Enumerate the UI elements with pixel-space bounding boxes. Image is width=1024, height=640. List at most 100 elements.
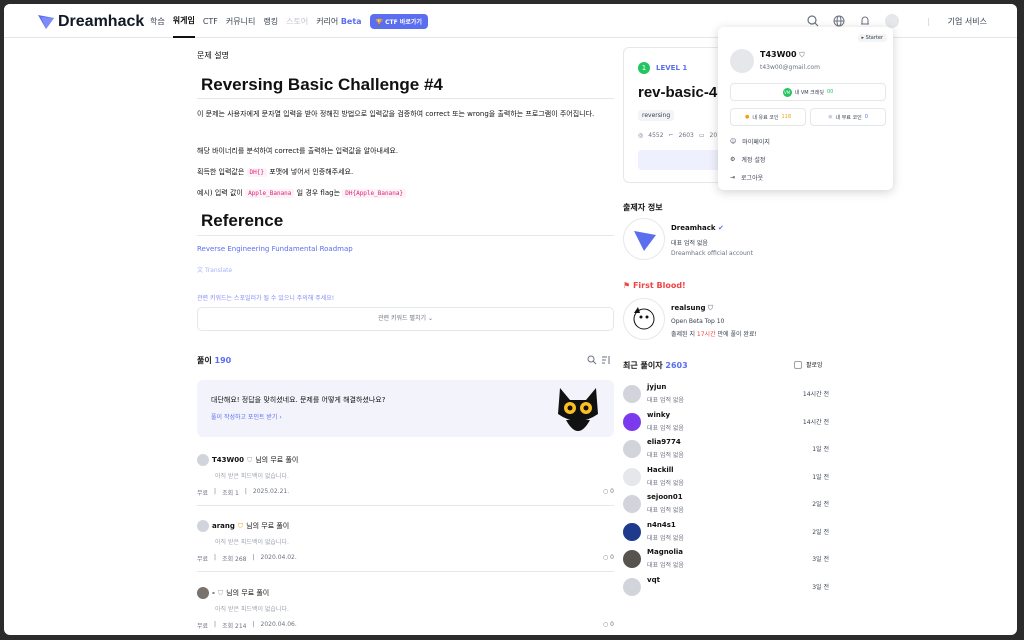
beta-badge: Beta	[340, 16, 362, 26]
paid-coin[interactable]: ● 내 유료 코인 118	[730, 108, 806, 126]
dog-avatar-icon	[633, 307, 655, 330]
avatar	[623, 577, 641, 596]
solver-row[interactable]: sejoon01 대표 업적 없음 2일 전	[623, 493, 829, 517]
translate-link[interactable]: 文 Translate	[197, 265, 232, 274]
menu-mypage[interactable]: ☺ 마이페이지	[730, 137, 770, 146]
nav-ctf[interactable]: CTF	[203, 17, 218, 26]
comment-count[interactable]: ○ 0	[603, 621, 614, 630]
user-avatar[interactable]	[884, 14, 899, 28]
translate-icon: 文	[197, 267, 204, 274]
avatar	[197, 520, 209, 532]
solver-name[interactable]: winky	[647, 411, 670, 419]
solver-row[interactable]: vqt 3일 전	[623, 576, 829, 600]
divider	[197, 505, 614, 506]
dreamhack-logo-icon	[634, 231, 656, 251]
comment-count[interactable]: ○ 0	[603, 488, 614, 497]
bell-icon[interactable]	[859, 15, 871, 27]
nav-learn[interactable]: 학습	[150, 16, 165, 27]
tag-reversing[interactable]: reversing	[638, 110, 675, 121]
nav-ranking[interactable]: 랭킹	[263, 16, 278, 27]
menu-settings[interactable]: ⚙ 계정 설정	[730, 155, 765, 164]
example-mid: 일 경우 flag는	[296, 189, 341, 197]
writeup-suffix: 님의 무료 풀이	[226, 589, 270, 597]
avatar	[623, 440, 641, 458]
writeup-author[interactable]: T43W00	[212, 456, 244, 464]
banner-title: 대단해요! 정답을 맞히셨네요. 문제를 어떻게 해결하셨나요?	[211, 396, 386, 404]
solver-rep: 대표 업적 없음	[647, 452, 684, 459]
comment-count-value: 0	[610, 554, 614, 561]
menu-username-text: T43W00	[760, 50, 797, 59]
solver-name[interactable]: elia9774	[647, 438, 681, 446]
reference-link[interactable]: Reverse Engineering Fundamental Roadmap	[197, 245, 353, 253]
dreamhack-logo-icon	[38, 15, 54, 29]
nav-community[interactable]: 커뮤니티	[226, 16, 255, 27]
solver-name[interactable]: sejoon01	[647, 493, 683, 501]
keyword-expand-label: 관련 키워드 펼치기	[378, 315, 427, 322]
solver-name[interactable]: Magnolia	[647, 548, 683, 556]
logout-icon: ⇥	[730, 174, 736, 181]
search-icon[interactable]	[807, 15, 819, 27]
description-2: 해당 바이너리를 분석하여 correct를 출력하는 입력값을 알아내세요.	[197, 147, 399, 155]
starter-label: Starter	[865, 35, 883, 41]
trophy-icon: 🏆	[375, 18, 384, 26]
writeup-item[interactable]: T43W00 ⛉ 님의 무료 풀이 아직 받은 피드백이 없습니다. 무료 | 조회 1…	[197, 454, 614, 506]
keyword-expand-button[interactable]: 관련 키워드 펼치기 ⌄	[197, 307, 614, 331]
solver-name[interactable]: n4n4s1	[647, 521, 676, 529]
flag-icon: ⚑	[623, 281, 631, 290]
writeups-stat: 2603	[678, 132, 694, 139]
menu-logout[interactable]: ⇥ 로그아웃	[730, 173, 763, 182]
checkbox[interactable]	[794, 360, 802, 369]
writeup-author[interactable]: -	[212, 589, 215, 597]
nav-career-label: 커리어	[316, 16, 339, 26]
solver-name[interactable]: Hackill	[647, 466, 674, 474]
solver-row[interactable]: winky 대표 업적 없음 14시간 전	[623, 411, 829, 435]
first-blood-avatar[interactable]	[623, 298, 665, 340]
description-1: 이 문제는 사용자에게 문자열 입력을 받아 정해진 방법으로 입력값을 검증하…	[197, 110, 595, 118]
following-checkbox[interactable]: 팔로잉	[794, 360, 823, 369]
author-avatar[interactable]	[623, 218, 665, 260]
problem-title: Reversing Basic Challenge #4	[201, 75, 443, 94]
level-icon: 1	[638, 62, 650, 74]
logo-text: Dreamhack	[58, 13, 145, 30]
nav-career[interactable]: 커리어 Beta	[316, 16, 361, 27]
solver-row[interactable]: Hackill 대표 업적 없음 1일 전	[623, 466, 829, 490]
writeup-item[interactable]: arang ⛉ 님의 무료 풀이 아직 받은 피드백이 없습니다. 무료 | 조회 26…	[197, 520, 614, 572]
solver-name[interactable]: jyjun	[647, 383, 666, 391]
ctf-shortcut-button[interactable]: 🏆 CTF 바로가기	[369, 13, 428, 29]
writeup-views: 조회 268	[222, 556, 247, 563]
author-name-text: Dreamhack	[671, 224, 716, 232]
writeup-price: 무료	[197, 556, 209, 563]
write-writeup-link[interactable]: 풀이 작성하고 포인트 받기 ›	[211, 412, 282, 421]
globe-icon[interactable]	[833, 15, 845, 27]
paid-coin-label: 내 유료 코인	[752, 114, 779, 121]
avatar	[623, 550, 641, 568]
solver-time: 1일 전	[812, 446, 829, 453]
free-coin-label: 내 무료 코인	[835, 114, 862, 121]
nav-store[interactable]: 스토어	[286, 16, 308, 27]
solver-name[interactable]: vqt	[647, 576, 660, 584]
search-icon[interactable]	[587, 355, 597, 365]
author-name[interactable]: Dreamhack ✔	[671, 224, 724, 232]
fb-time: 17시간	[696, 331, 716, 338]
first-blood-name[interactable]: realsung ⛉	[671, 304, 713, 313]
writeups-count: 190	[214, 356, 232, 365]
user-menu-dropdown: ▸ Starter T43W00 ⛉ t43w00@gmail.com VM 내 …	[718, 27, 893, 190]
solver-row[interactable]: jyjun 대표 업적 없음 14시간 전	[623, 383, 829, 407]
writeup-author[interactable]: arang	[212, 522, 235, 530]
date-stat: 20	[709, 132, 718, 139]
free-coin[interactable]: ● 내 무료 코인 0	[810, 108, 886, 126]
vm-credit[interactable]: VM 내 VM 크레딧 00	[730, 83, 886, 101]
business-link[interactable]: 기업 서비스	[948, 16, 987, 27]
author-label: 출제자 정보	[623, 203, 663, 212]
solver-row[interactable]: n4n4s1 대표 업적 없음 2일 전	[623, 521, 829, 545]
solver-row[interactable]: elia9774 대표 업적 없음 1일 전	[623, 438, 829, 462]
nav-wargame[interactable]: 워게임	[172, 4, 195, 38]
sort-icon[interactable]	[601, 355, 611, 365]
comment-count[interactable]: ○ 0	[603, 554, 614, 563]
avatar	[197, 454, 209, 466]
avatar	[730, 49, 754, 73]
writeup-item[interactable]: - ⛉ 님의 무료 풀이 아직 받은 피드백이 없습니다. 무료 | 조회 214 | 20…	[197, 587, 614, 630]
logo[interactable]: Dreamhack	[38, 13, 144, 31]
solver-row[interactable]: Magnolia 대표 업적 없음 3일 전	[623, 548, 829, 572]
fb-pre: 출제된 지	[671, 331, 695, 338]
